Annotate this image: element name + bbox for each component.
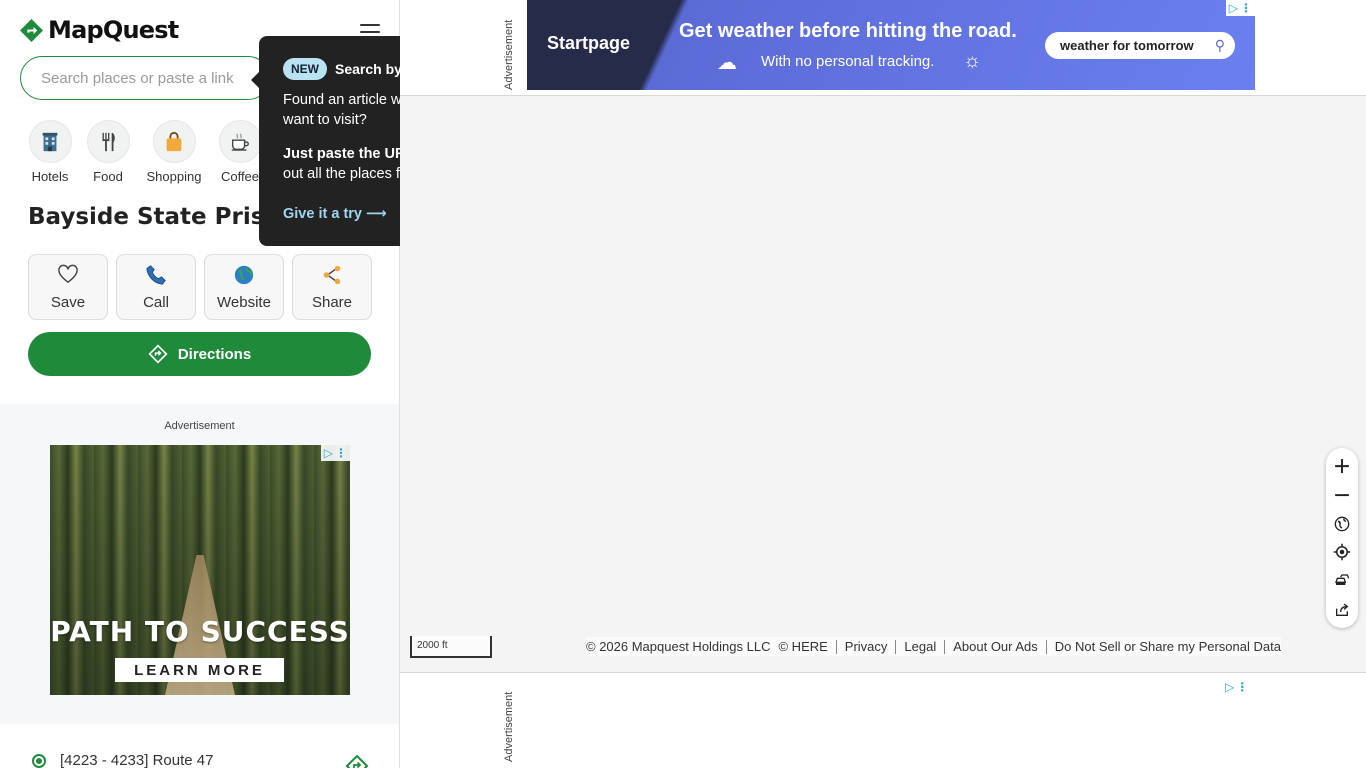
adchoices-icon[interactable]: ▷ ⋮ [320, 445, 350, 461]
zoom-out-icon[interactable]: － [1330, 483, 1354, 507]
address-row[interactable]: [4223 - 4233] Route 47 [32, 752, 213, 768]
hotel-icon [28, 120, 72, 163]
rain-cloud-icon: ☁ [717, 52, 737, 74]
coffee-cup-icon [218, 120, 262, 163]
address-directions-icon[interactable] [345, 754, 369, 768]
category-coffee[interactable]: Coffee [216, 120, 264, 184]
website-button[interactable]: Website [204, 254, 284, 320]
top-ad-side-label: Advertisement [503, 19, 515, 90]
category-hotels[interactable]: Hotels [26, 120, 74, 184]
my-location-icon[interactable] [1330, 540, 1354, 564]
save-button[interactable]: Save [28, 254, 108, 320]
category-label: Coffee [220, 169, 260, 184]
about-ads-link[interactable]: About Our Ads [953, 639, 1038, 654]
heart-icon [57, 264, 79, 288]
mapquest-logo-icon [20, 18, 43, 42]
adchoices-icon[interactable]: ▷ ⋮ [1225, 0, 1255, 16]
logo-text: MapQuest [48, 16, 179, 44]
share-label: Share [311, 293, 353, 311]
adchoices-icon[interactable]: ▷ ⋮ [1222, 679, 1252, 695]
location-pin-icon [32, 753, 46, 768]
place-title: Bayside State Prison [28, 204, 297, 230]
website-label: Website [217, 293, 271, 311]
category-food[interactable]: Food [84, 120, 132, 184]
share-map-icon[interactable] [1330, 598, 1354, 622]
banner-search-field[interactable]: weather for tomorrow ⚲ [1045, 32, 1235, 59]
map-footer-links: © 2026 Mapquest Holdings LLC © HERE Priv… [586, 637, 1281, 656]
ad-learn-more-button[interactable]: LEARN MORE [115, 658, 284, 682]
search-placeholder: Search places or paste a link [41, 69, 234, 87]
search-icon: ⚲ [1214, 37, 1225, 53]
banner-search-value: weather for tomorrow [1060, 38, 1194, 53]
bottom-ad-side-label: Advertisement [503, 691, 515, 762]
directions-label: Directions [177, 345, 252, 363]
category-label: Hotels [31, 169, 69, 184]
fork-knife-icon [86, 120, 130, 163]
copyright-here[interactable]: © HERE [778, 639, 827, 654]
new-badge: NEW [283, 58, 327, 80]
sidebar-ad-image[interactable]: ▷ ⋮ PATH TO SUCCESS LEARN MORE [50, 445, 350, 695]
save-label: Save [50, 293, 86, 311]
share-button[interactable]: Share [292, 254, 372, 320]
sun-icon: ☼ [963, 50, 982, 72]
map-canvas[interactable] [400, 96, 1366, 672]
directions-button[interactable]: Directions [28, 332, 371, 376]
phone-icon [145, 264, 167, 288]
banner-headline: Get weather before hitting the road. [679, 20, 1017, 42]
search-input[interactable]: Search places or paste a link [20, 56, 270, 100]
category-label: Food [93, 169, 123, 184]
map-scale: 2000 ft [410, 636, 492, 658]
traffic-icon[interactable] [1330, 569, 1354, 593]
banner-subtext: With no personal tracking. [761, 53, 935, 70]
share-icon [321, 264, 343, 288]
legal-link[interactable]: Legal [904, 639, 936, 654]
call-button[interactable]: Call [116, 254, 196, 320]
privacy-link[interactable]: Privacy [845, 639, 888, 654]
category-shortcuts: Hotels Food Shopping Coffee [26, 120, 264, 184]
category-shopping[interactable]: Shopping [142, 120, 206, 184]
zoom-in-icon[interactable]: ＋ [1330, 454, 1354, 478]
globe-icon [233, 264, 255, 288]
ad-headline: PATH TO SUCCESS [50, 615, 350, 648]
startpage-logo: Startpage [547, 33, 631, 53]
top-banner-ad[interactable]: Startpage Get weather before hitting the… [527, 0, 1255, 90]
globe-view-icon[interactable] [1330, 512, 1354, 536]
place-actions: Save Call Website Share [28, 254, 372, 320]
directions-icon [148, 344, 168, 364]
address-text: [4223 - 4233] Route 47 [60, 752, 214, 768]
map-controls: ＋ － [1326, 448, 1358, 628]
copyright-mapquest: © 2026 Mapquest Holdings LLC [586, 639, 771, 654]
shopping-bag-icon [152, 120, 196, 163]
call-label: Call [143, 293, 169, 311]
bottom-ad-strip: ▷ ⋮ [400, 672, 1366, 768]
ad-label: Advertisement [164, 420, 235, 432]
category-label: Shopping [146, 169, 202, 184]
do-not-sell-link[interactable]: Do Not Sell or Share my Personal Data [1055, 639, 1281, 654]
sidebar-ad-container: Advertisement ▷ ⋮ PATH TO SUCCESS LEARN … [0, 404, 399, 724]
mapquest-logo[interactable]: MapQuest [19, 16, 179, 44]
